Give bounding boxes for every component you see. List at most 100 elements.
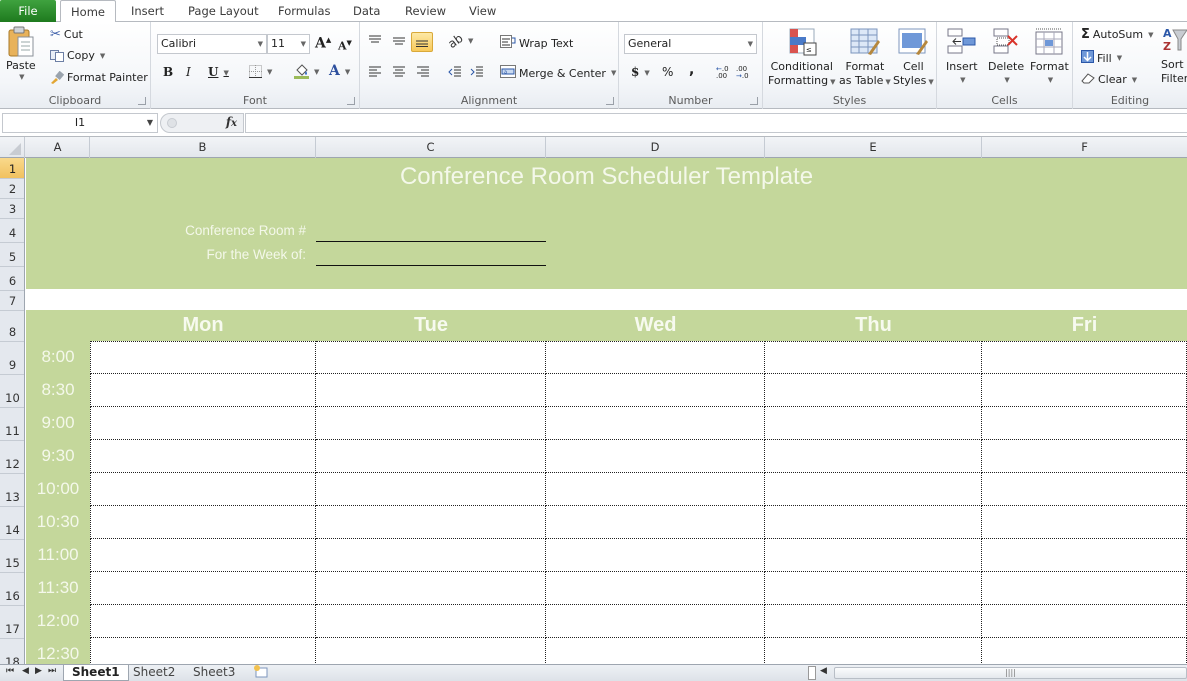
schedule-cell-fri[interactable]: [982, 374, 1187, 407]
paste-button[interactable]: Paste ▼: [6, 26, 36, 81]
dialog-launcher-icon[interactable]: [606, 97, 614, 105]
last-sheet-icon[interactable]: ⏭: [48, 666, 56, 676]
row-header-3[interactable]: 3: [0, 199, 24, 219]
first-sheet-icon[interactable]: ⏮: [6, 666, 14, 676]
cell-styles-button[interactable]: Cell Styles ▼: [893, 28, 934, 89]
schedule-cell-thu[interactable]: [765, 506, 982, 539]
row-header-13[interactable]: 13: [0, 474, 24, 507]
align-left-button[interactable]: [368, 66, 382, 81]
insert-cells-button[interactable]: Insert ▼: [946, 28, 978, 87]
schedule-cell-mon[interactable]: [90, 341, 316, 374]
conference-room-field[interactable]: [316, 222, 546, 241]
align-top-button[interactable]: [368, 34, 382, 49]
schedule-cell-thu[interactable]: [765, 572, 982, 605]
fill-color-button[interactable]: ▼: [294, 64, 319, 79]
schedule-cell-thu[interactable]: [765, 374, 982, 407]
bold-button[interactable]: B: [163, 65, 173, 79]
schedule-cell-tue[interactable]: [316, 506, 546, 539]
autosum-button[interactable]: Σ AutoSum ▼: [1081, 27, 1154, 42]
column-header-f[interactable]: F: [982, 137, 1187, 158]
tab-file[interactable]: File: [0, 0, 56, 22]
percent-button[interactable]: %: [662, 65, 673, 79]
schedule-cell-wed[interactable]: [546, 572, 765, 605]
row-header-14[interactable]: 14: [0, 507, 24, 540]
decrease-indent-button[interactable]: [448, 66, 462, 81]
row-header-18[interactable]: 18: [0, 639, 24, 664]
format-as-table-button[interactable]: Format as Table ▼: [839, 28, 891, 89]
italic-button[interactable]: I: [186, 65, 191, 79]
schedule-cell-fri[interactable]: [982, 605, 1187, 638]
borders-button[interactable]: ▼: [249, 65, 272, 78]
merge-center-button[interactable]: a Merge & Center ▼: [500, 65, 616, 81]
row-header-4[interactable]: 4: [0, 219, 24, 243]
underline-button[interactable]: U ▼: [208, 65, 229, 79]
schedule-cell-thu[interactable]: [765, 407, 982, 440]
wrap-text-button[interactable]: Wrap Text: [500, 35, 573, 51]
schedule-cell-fri[interactable]: [982, 506, 1187, 539]
schedule-cell-tue[interactable]: [316, 341, 546, 374]
align-right-button[interactable]: [416, 66, 430, 81]
row-header-8[interactable]: 8: [0, 311, 24, 342]
schedule-cell-wed[interactable]: [546, 539, 765, 572]
schedule-cell-wed[interactable]: [546, 638, 765, 664]
sort-filter-button[interactable]: AZ Sort Filter: [1161, 26, 1187, 85]
schedule-cell-fri[interactable]: [982, 407, 1187, 440]
decrease-decimal-button[interactable]: .00 →.0: [736, 66, 749, 80]
column-header-b[interactable]: B: [90, 137, 316, 158]
horizontal-scrollbar[interactable]: ◀ ||||: [808, 666, 1187, 680]
formula-input[interactable]: [245, 113, 1187, 133]
increase-decimal-button[interactable]: ←.0.00: [716, 66, 729, 80]
tab-view[interactable]: View: [465, 0, 500, 22]
column-header-c[interactable]: C: [316, 137, 546, 158]
sheet-tab-sheet1[interactable]: Sheet1: [63, 665, 129, 681]
align-bottom-button[interactable]: [411, 32, 433, 52]
row-header-16[interactable]: 16: [0, 573, 24, 606]
schedule-cell-thu[interactable]: [765, 440, 982, 473]
sheet-tab-sheet3[interactable]: Sheet3: [185, 665, 243, 681]
schedule-cell-tue[interactable]: [316, 374, 546, 407]
row-header-1[interactable]: 1: [0, 158, 24, 179]
tab-data[interactable]: Data: [349, 0, 384, 22]
schedule-cell-fri[interactable]: [982, 572, 1187, 605]
increase-indent-button[interactable]: [470, 66, 484, 81]
schedule-cell-mon[interactable]: [90, 374, 316, 407]
schedule-cell-tue[interactable]: [316, 473, 546, 506]
dialog-launcher-icon[interactable]: [138, 97, 146, 105]
schedule-cell-tue[interactable]: [316, 638, 546, 664]
name-box[interactable]: I1 ▼: [2, 113, 158, 133]
currency-button[interactable]: $ ▼: [631, 65, 650, 79]
schedule-cell-wed[interactable]: [546, 341, 765, 374]
schedule-cell-mon[interactable]: [90, 506, 316, 539]
row-header-7[interactable]: 7: [0, 291, 24, 311]
schedule-cell-thu[interactable]: [765, 539, 982, 572]
tab-insert[interactable]: Insert: [127, 0, 168, 22]
font-color-button[interactable]: A ▼: [329, 63, 350, 79]
comma-style-button[interactable]: ,: [689, 62, 694, 78]
decrease-font-size-button[interactable]: A▼: [338, 38, 352, 53]
column-header-e[interactable]: E: [765, 137, 982, 158]
insert-function-icon[interactable]: fx: [226, 115, 237, 129]
insert-sheet-button[interactable]: [245, 665, 277, 681]
row-header-10[interactable]: 10: [0, 375, 24, 408]
cut-button[interactable]: ✂ Cut: [50, 27, 83, 42]
schedule-cell-tue[interactable]: [316, 605, 546, 638]
row-header-5[interactable]: 5: [0, 243, 24, 267]
row-header-6[interactable]: 6: [0, 267, 24, 291]
conditional-formatting-button[interactable]: ≤ Conditional Formatting ▼: [768, 28, 835, 89]
tab-home[interactable]: Home: [60, 0, 116, 23]
tab-formulas[interactable]: Formulas: [274, 0, 335, 22]
schedule-cell-thu[interactable]: [765, 473, 982, 506]
schedule-cell-fri[interactable]: [982, 341, 1187, 374]
next-sheet-icon[interactable]: ▶: [35, 666, 42, 676]
schedule-cell-wed[interactable]: [546, 374, 765, 407]
schedule-cell-tue[interactable]: [316, 440, 546, 473]
schedule-cell-fri[interactable]: [982, 440, 1187, 473]
row-header-15[interactable]: 15: [0, 540, 24, 573]
schedule-cell-thu[interactable]: [765, 638, 982, 664]
copy-button[interactable]: Copy ▼: [50, 49, 105, 62]
schedule-cell-wed[interactable]: [546, 506, 765, 539]
scroll-left-icon[interactable]: ◀: [820, 666, 827, 676]
number-format-dropdown[interactable]: General ▼: [624, 34, 757, 54]
tab-review[interactable]: Review: [401, 0, 450, 22]
schedule-cell-mon[interactable]: [90, 572, 316, 605]
